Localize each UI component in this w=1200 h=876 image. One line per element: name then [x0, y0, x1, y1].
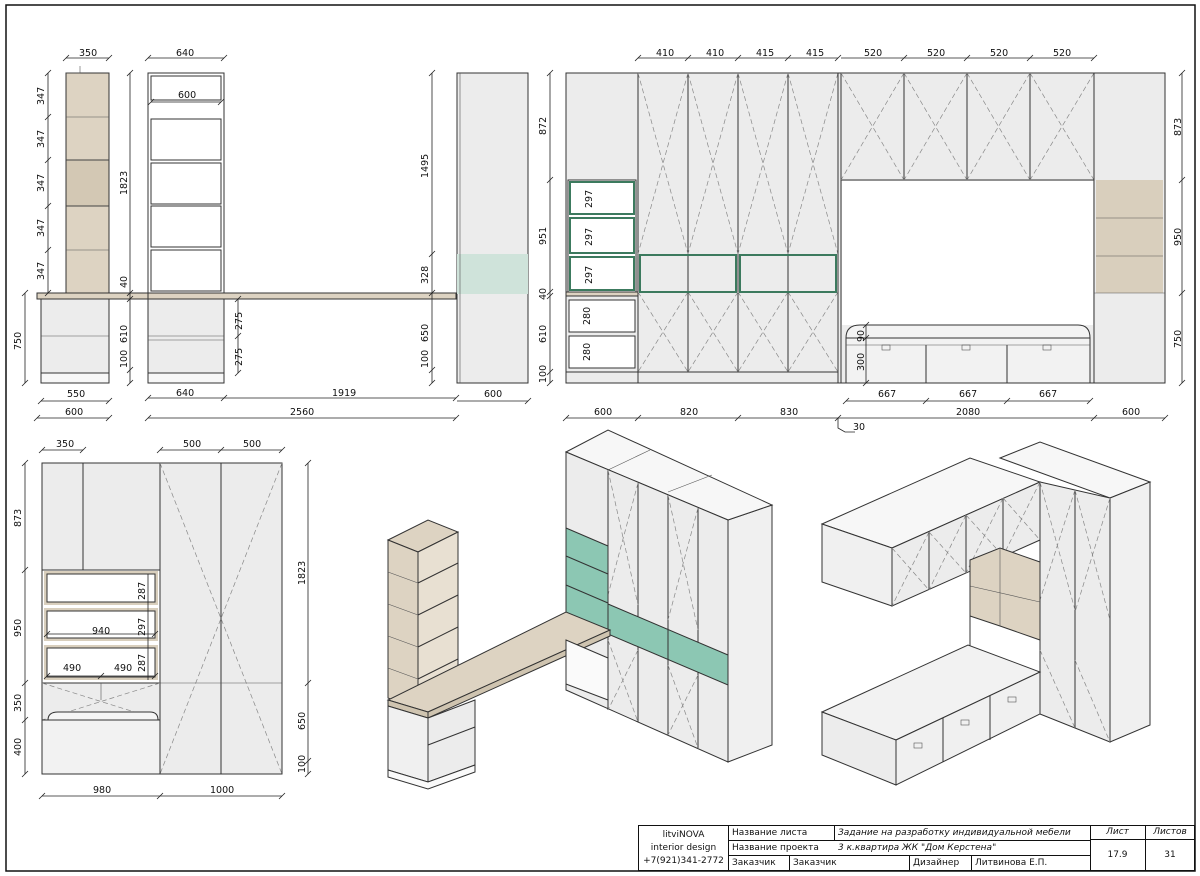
- sheets-label: Листов: [1153, 827, 1187, 837]
- dim-label: 275: [234, 348, 245, 366]
- dim-label: 490: [63, 663, 81, 674]
- dim-label: 980: [93, 785, 111, 796]
- dim-label: 90: [856, 330, 867, 342]
- dim-label: 415: [806, 48, 824, 59]
- dim-label: 1823: [119, 171, 130, 195]
- dim-label: 550: [67, 389, 85, 400]
- dim-label: 40: [538, 288, 549, 300]
- dim-label: 650: [420, 324, 431, 342]
- dim-label: 415: [756, 48, 774, 59]
- dim-label: 297: [584, 266, 595, 284]
- dim-label: 873: [13, 509, 24, 527]
- dim-label: 400: [13, 738, 24, 756]
- dim-label: 30: [853, 422, 865, 433]
- dim-label: 750: [1173, 330, 1184, 348]
- dim-label: 1823: [297, 561, 308, 585]
- dim-label: 100: [119, 350, 130, 368]
- dim-label: 347: [36, 130, 47, 148]
- dim-label: 667: [959, 389, 977, 400]
- dim-label: 600: [65, 407, 83, 418]
- dim-label: 1495: [420, 154, 431, 178]
- dim-label: 872: [538, 117, 549, 135]
- dim-label: 275: [234, 312, 245, 330]
- dim-label: 297: [584, 228, 595, 246]
- dim-label: 280: [582, 343, 593, 361]
- project-name-value: 3 к.квартира ЖК "Дом Керстена": [838, 843, 997, 853]
- dim-label: 297: [137, 618, 148, 636]
- drawing-sheet: 350 347 347 347 347 347 750 1823 40 610 …: [5, 4, 1196, 872]
- sheet-name-value: Задание на разработку индивидуальной меб…: [838, 828, 1071, 838]
- dim-label: 950: [13, 619, 24, 637]
- view-desk-elevation: [147, 72, 529, 384]
- dim-label: 600: [178, 90, 196, 101]
- company-name: litviNOVA: [662, 830, 705, 840]
- dim-label: 287: [137, 654, 148, 672]
- dim-label: 750: [13, 332, 24, 350]
- client-value: Заказчик: [793, 858, 837, 868]
- dim-label: 40: [119, 276, 130, 288]
- designer-value: Литвинова Е.П.: [975, 858, 1048, 868]
- view-side-elevation-2: [41, 462, 283, 775]
- dim-label: 500: [183, 439, 201, 450]
- view-side-elevation: [36, 66, 151, 384]
- sheet-label: Лист: [1106, 827, 1129, 837]
- dim-label: 520: [990, 48, 1008, 59]
- dim-label: 873: [1173, 118, 1184, 136]
- sheets-count: 31: [1164, 850, 1176, 860]
- dim-label: 610: [538, 325, 549, 343]
- dim-label: 650: [297, 712, 308, 730]
- dim-label: 940: [92, 626, 110, 637]
- dim-label: 640: [176, 48, 194, 59]
- dim-label: 610: [119, 325, 130, 343]
- dim-label: 951: [538, 227, 549, 245]
- dim-label: 490: [114, 663, 132, 674]
- dim-label: 820: [680, 407, 698, 418]
- dim-label: 520: [1053, 48, 1071, 59]
- sheet-number: 17.9: [1107, 850, 1128, 860]
- client-label: Заказчик: [732, 858, 776, 868]
- dim-label: 830: [780, 407, 798, 418]
- dim-label: 950: [1173, 228, 1184, 246]
- dim-label: 520: [927, 48, 945, 59]
- project-name-label: Название проекта: [732, 843, 819, 853]
- dim-label: 287: [137, 582, 148, 600]
- dim-label: 600: [484, 389, 502, 400]
- dim-label: 667: [1039, 389, 1057, 400]
- dim-label: 410: [706, 48, 724, 59]
- dim-label: 350: [13, 694, 24, 712]
- view-isometric-wardrobe: [386, 429, 774, 790]
- dim-label: 280: [582, 307, 593, 325]
- dim-label: 100: [420, 350, 431, 368]
- dim-label: 667: [878, 389, 896, 400]
- company-subtitle: interior design: [650, 843, 717, 853]
- dim-label: 1919: [332, 388, 356, 399]
- dim-label: 347: [36, 174, 47, 192]
- view-isometric-bed: [820, 441, 1152, 786]
- title-block: litviNOVA interior design +7(921)341-277…: [638, 825, 1195, 871]
- dim-label: 350: [79, 48, 97, 59]
- dim-label: 600: [594, 407, 612, 418]
- dim-label: 350: [56, 439, 74, 450]
- dim-label: 2080: [956, 407, 980, 418]
- dim-label: 347: [36, 87, 47, 105]
- dim-label: 520: [864, 48, 882, 59]
- dim-label: 410: [656, 48, 674, 59]
- dim-label: 328: [420, 266, 431, 284]
- dim-label: 100: [538, 365, 549, 383]
- dim-label: 2560: [290, 407, 314, 418]
- dim-label: 1000: [210, 785, 234, 796]
- dim-label: 347: [36, 262, 47, 280]
- dim-label: 347: [36, 219, 47, 237]
- dim-label: 600: [1122, 407, 1140, 418]
- dim-label: 297: [584, 190, 595, 208]
- designer-label: Дизайнер: [913, 858, 960, 868]
- sheet-name-label: Название листа: [732, 828, 808, 838]
- labels-desk-elevation: 640 600 275 275 640 1919 2560 600 1495 3…: [176, 48, 502, 418]
- company-phone: +7(921)341-2772: [643, 856, 724, 866]
- dim-label: 640: [176, 388, 194, 399]
- dim-label: 100: [297, 755, 308, 773]
- dim-label: 500: [243, 439, 261, 450]
- dim-label: 300: [856, 353, 867, 371]
